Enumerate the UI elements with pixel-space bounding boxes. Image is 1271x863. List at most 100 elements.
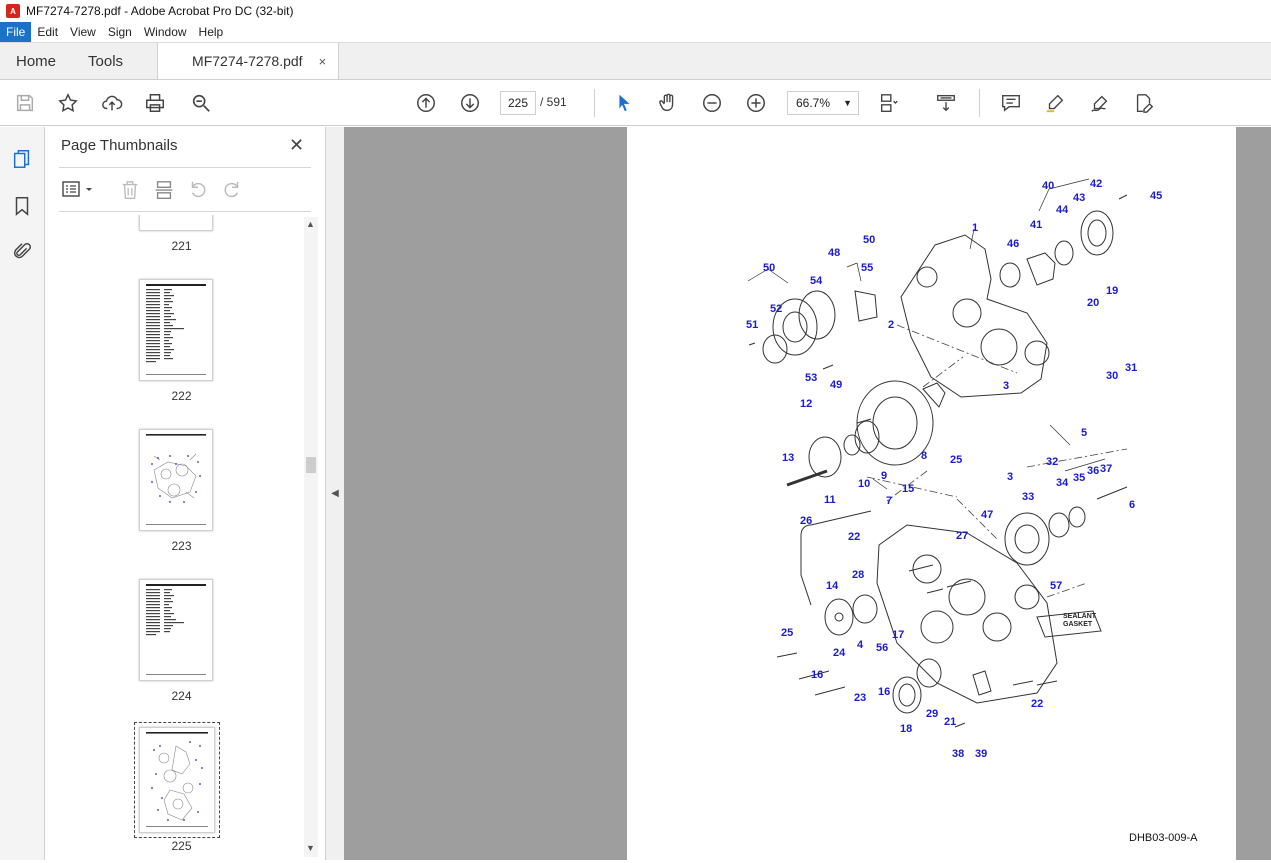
print-icon[interactable] [142,90,168,116]
panel-collapse-handle[interactable]: ◀ [326,127,344,860]
close-tab-icon[interactable]: × [319,54,327,69]
callout: 45 [1150,190,1162,202]
menu-sign[interactable]: Sign [102,22,138,42]
page-thumbnails-icon[interactable] [10,147,34,171]
comment-icon[interactable] [998,90,1024,116]
bookmark-star-icon[interactable] [55,90,81,116]
edit-icon[interactable] [1131,90,1157,116]
callout: 20 [1087,297,1099,309]
callout: 30 [1106,370,1118,382]
callout: 13 [782,452,794,464]
pdf-page: SEALANT GASKET 1 2 3 3 4 5 6 7 8 9 10 11… [627,127,1236,860]
callout: 33 [1022,491,1034,503]
menu-edit[interactable]: Edit [31,22,64,42]
page-number-input[interactable]: 225 [500,91,536,115]
attachments-icon[interactable] [10,240,34,264]
zoom-out-icon[interactable] [699,90,725,116]
menu-view[interactable]: View [64,22,102,42]
page-thumbnails-panel: Page Thumbnails ✕ 221 222 223 224 225 ▲ … [45,127,326,860]
save-icon[interactable] [12,90,38,116]
divider [59,211,311,212]
callout: 16 [811,669,823,681]
scroll-mode-icon[interactable] [933,90,959,116]
callout: 10 [858,478,870,490]
callout: 7 [886,495,892,507]
sign-icon[interactable] [1087,90,1113,116]
bookmarks-icon[interactable] [10,194,34,218]
callout: 35 [1073,472,1085,484]
rotate-left-icon[interactable] [187,179,209,201]
callout: 54 [810,275,823,287]
menu-bar: File Edit View Sign Window Help [0,22,1271,43]
toolbar-divider [979,89,980,117]
tab-home[interactable]: Home [0,43,72,79]
divider [59,167,311,168]
menu-help[interactable]: Help [193,22,230,42]
thumbnail-page[interactable] [139,279,213,381]
thumbnail-page-selected[interactable] [134,722,220,838]
callout: 17 [892,629,904,641]
select-cursor-icon[interactable] [611,90,637,116]
page-up-icon[interactable] [413,90,439,116]
close-panel-icon[interactable]: ✕ [289,135,304,156]
page-down-icon[interactable] [457,90,483,116]
delete-page-icon[interactable] [119,179,141,201]
callout: 22 [848,531,860,543]
search-zoom-icon[interactable] [188,90,214,116]
zoom-in-icon[interactable] [743,90,769,116]
callout: 3 [1007,471,1013,483]
callout: 51 [746,319,758,331]
scroll-up-icon[interactable]: ▲ [306,219,315,229]
callout: 16 [878,686,890,698]
thumbnail-page[interactable] [139,215,213,231]
tab-document[interactable]: MF7274-7278.pdf × [157,43,340,79]
callout: 25 [950,454,962,466]
rotate-right-icon[interactable] [221,179,243,201]
callout: 40 [1042,180,1054,192]
thumbnail-label: 221 [171,239,192,253]
chevron-down-icon: ▼ [843,98,852,108]
callout: 38 [952,748,964,760]
callout: 36 [1087,465,1099,477]
callout: 2 [888,319,894,331]
callout: 29 [926,708,938,720]
fit-page-icon[interactable] [876,90,902,116]
scroll-down-icon[interactable]: ▼ [306,843,315,853]
callout: 52 [770,303,782,315]
callout: 34 [1056,477,1069,489]
callout: 14 [826,580,839,592]
window-title: MF7274-7278.pdf - Adobe Acrobat Pro DC (… [26,4,294,18]
gasket-text: GASKET [1063,621,1093,628]
callout: 37 [1100,463,1112,475]
document-view[interactable]: SEALANT GASKET 1 2 3 3 4 5 6 7 8 9 10 11… [344,127,1271,860]
callout: 31 [1125,362,1137,374]
highlight-icon[interactable] [1042,90,1068,116]
callout: 22 [1031,698,1043,710]
callout: 8 [921,450,927,462]
callout: 1 [972,222,978,234]
callout: 32 [1046,456,1058,468]
title-bar: A MF7274-7278.pdf - Adobe Acrobat Pro DC… [0,0,1271,22]
tab-tools[interactable]: Tools [72,43,139,79]
extract-pages-icon[interactable] [153,179,175,201]
callout: 41 [1030,219,1042,231]
callout: 6 [1129,499,1135,511]
callout: 12 [800,398,812,410]
upload-icon[interactable] [99,90,125,116]
menu-file[interactable]: File [0,22,32,42]
sealant-text: SEALANT [1063,613,1097,620]
hand-icon[interactable] [655,90,681,116]
callout: 21 [944,716,956,728]
thumbnail-scrollbar[interactable]: ▲ ▼ [304,217,318,857]
callout: 4 [857,639,864,651]
callout: 44 [1056,204,1069,216]
zoom-level-select[interactable]: 66.7% ▼ [787,91,859,115]
callout: 50 [763,262,775,274]
scrollbar-handle[interactable] [306,457,316,473]
thumbnail-page[interactable] [139,429,213,531]
thumbnail-options-icon[interactable] [61,179,97,201]
document-tab-label: MF7274-7278.pdf [192,53,303,69]
menu-window[interactable]: Window [138,22,193,42]
thumbnail-label: 222 [171,389,192,403]
thumbnail-page[interactable] [139,579,213,681]
